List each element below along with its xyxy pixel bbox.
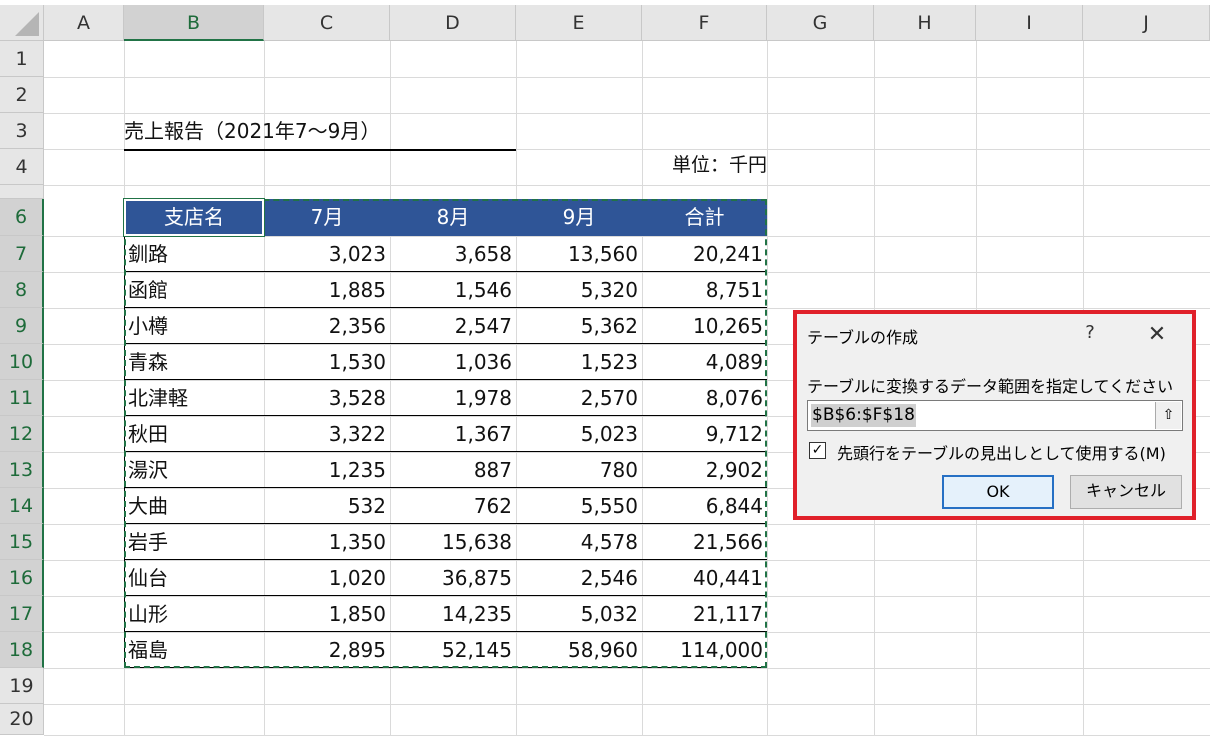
row-header-10[interactable]: 10 xyxy=(0,344,44,380)
row-header-6[interactable]: 6 xyxy=(0,199,44,236)
column-header-c[interactable]: C xyxy=(264,5,390,41)
dialog-title: テーブルの作成 xyxy=(807,328,919,347)
row-header-17[interactable]: 17 xyxy=(0,596,44,632)
row-header-9[interactable]: 9 xyxy=(0,308,44,344)
column-header-h[interactable]: H xyxy=(874,5,976,41)
row-header-2[interactable]: 2 xyxy=(0,77,44,113)
select-all-corner[interactable] xyxy=(0,5,44,41)
collapse-dialog-icon[interactable]: ⇧ xyxy=(1155,402,1181,429)
column-header-d[interactable]: D xyxy=(390,5,516,41)
row-header-14[interactable]: 14 xyxy=(0,488,44,524)
column-header-j[interactable]: J xyxy=(1083,5,1210,41)
grid-row-line xyxy=(44,77,1210,78)
row-header-8[interactable]: 8 xyxy=(0,272,44,308)
select-all-triangle-icon xyxy=(15,12,39,36)
row-header-4[interactable]: 4 xyxy=(0,149,44,185)
column-header-g[interactable]: G xyxy=(767,5,874,41)
range-input[interactable]: $B$6:$F$18 ⇧ xyxy=(807,400,1183,431)
help-icon[interactable]: ? xyxy=(1080,322,1100,343)
unit-label: 単位：千円 xyxy=(671,154,767,176)
report-title: 売上報告（2021年7～9月） xyxy=(124,119,381,143)
column-header-a[interactable]: A xyxy=(44,5,124,41)
close-icon[interactable]: ✕ xyxy=(1145,322,1169,347)
active-cell xyxy=(123,198,265,237)
hidden-row-5-marker xyxy=(0,185,44,199)
row-header-11[interactable]: 11 xyxy=(0,380,44,416)
header-row-checkbox-label[interactable]: 先頭行をテーブルの見出しとして使用する(M) xyxy=(837,440,1166,464)
row-header-20[interactable]: 20 xyxy=(0,704,44,735)
column-header-e[interactable]: E xyxy=(516,5,642,41)
row-header-13[interactable]: 13 xyxy=(0,452,44,488)
cancel-button[interactable]: キャンセル xyxy=(1070,475,1182,509)
column-header-b[interactable]: B xyxy=(124,5,264,41)
row-header-19[interactable]: 19 xyxy=(0,668,44,704)
row-header-3[interactable]: 3 xyxy=(0,113,44,149)
row-header-1[interactable]: 1 xyxy=(0,41,44,77)
row-header-12[interactable]: 12 xyxy=(0,416,44,452)
row-header-7[interactable]: 7 xyxy=(0,236,44,272)
grid-row-line xyxy=(44,668,1210,669)
selection-marquee xyxy=(124,199,767,668)
column-header-i[interactable]: I xyxy=(976,5,1083,41)
row-header-16[interactable]: 16 xyxy=(0,560,44,596)
row-header-18[interactable]: 18 xyxy=(0,632,44,668)
ok-button[interactable]: OK xyxy=(942,475,1054,509)
column-header-f[interactable]: F xyxy=(642,5,767,41)
grid-row-line xyxy=(44,185,1210,186)
grid-row-line xyxy=(44,113,1210,114)
title-underline xyxy=(124,149,516,151)
row-header-15[interactable]: 15 xyxy=(0,524,44,560)
header-row-checkbox[interactable]: ✓ xyxy=(809,442,826,459)
create-table-dialog: テーブルの作成 ? ✕ テーブルに変換するデータ範囲を指定してください(W) $… xyxy=(793,310,1196,520)
range-input-value[interactable]: $B$6:$F$18 xyxy=(811,404,916,427)
grid-col-line xyxy=(767,41,768,735)
grid-row-line xyxy=(44,704,1210,705)
